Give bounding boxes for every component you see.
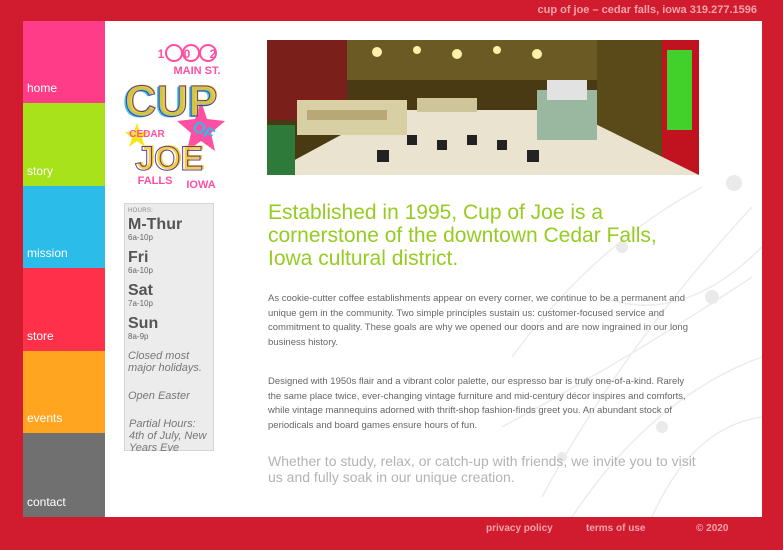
cup-of-joe-logo[interactable]: 1 0 2 MAIN ST. CUP CUP CUP CEDAR OF JOE …: [123, 39, 227, 189]
closing-text: Whether to study, relax, or catch-up wit…: [268, 453, 696, 485]
hours-box: HOURS: M-Thur 6a-10p Fri 6a-10p Sat 7a-1…: [124, 203, 214, 454]
logo-number: 1 0 2: [158, 47, 225, 61]
hours-label: HOURS:: [128, 208, 154, 214]
nav-item-mission-label: mission: [27, 246, 68, 260]
intro-paragraph: As cookie-cutter coffee establishments a…: [268, 293, 689, 348]
intro-headline: Established in 1995, Cup of Joe is a cor…: [268, 201, 657, 270]
nav-item-store[interactable]: store: [23, 268, 105, 351]
logo-iowa: IOWA: [186, 179, 215, 189]
hours-note-partial: Partial Hours: 4th of July, New Years Ev…: [129, 418, 207, 454]
hours-time: 6a-10p: [128, 233, 153, 242]
hours-note-easter: Open Easter: [128, 390, 190, 402]
nav-item-contact[interactable]: contact: [23, 433, 105, 517]
hours-day: Sat: [128, 282, 153, 299]
header-contact-line: cup of joe – cedar falls, iowa 319.277.1…: [537, 4, 757, 16]
hours-note-holidays: Closed most major holidays.: [128, 350, 202, 374]
nav-item-store-label: store: [27, 329, 54, 343]
hours-day: Sun: [128, 315, 159, 332]
nav-item-story-label: story: [27, 164, 54, 178]
footer: privacy policy terms of use © 2020: [0, 517, 783, 550]
logo-cup-outline: CUP: [125, 77, 218, 126]
copyright: © 2020: [696, 523, 729, 534]
hours-time: 6a-10p: [128, 266, 153, 275]
cafe-interior-photo: [267, 40, 699, 175]
nav-item-home[interactable]: home: [23, 21, 105, 103]
logo-joe-outline: JOE: [135, 140, 203, 178]
nav-item-home-label: home: [27, 81, 58, 95]
nav-item-contact-label: contact: [27, 495, 66, 509]
nav-item-events[interactable]: events: [23, 351, 105, 433]
hours-day: Fri: [128, 249, 149, 266]
nav-item-mission[interactable]: mission: [23, 186, 105, 268]
design-paragraph: Designed with 1950s flair and a vibrant …: [268, 376, 686, 431]
content-panel: home story mission store events contact …: [23, 21, 762, 517]
privacy-policy-link[interactable]: privacy policy: [486, 523, 553, 534]
nav-item-story[interactable]: story: [23, 103, 105, 186]
terms-of-use-link[interactable]: terms of use: [586, 523, 645, 534]
nav-item-events-label: events: [27, 411, 63, 425]
hours-time: 7a-10p: [128, 299, 153, 308]
hours-day: M-Thur: [128, 216, 183, 233]
logo-falls: FALLS: [138, 175, 173, 187]
main-nav: home story mission store events contact: [23, 21, 105, 517]
hours-time: 8a-9p: [128, 332, 149, 341]
